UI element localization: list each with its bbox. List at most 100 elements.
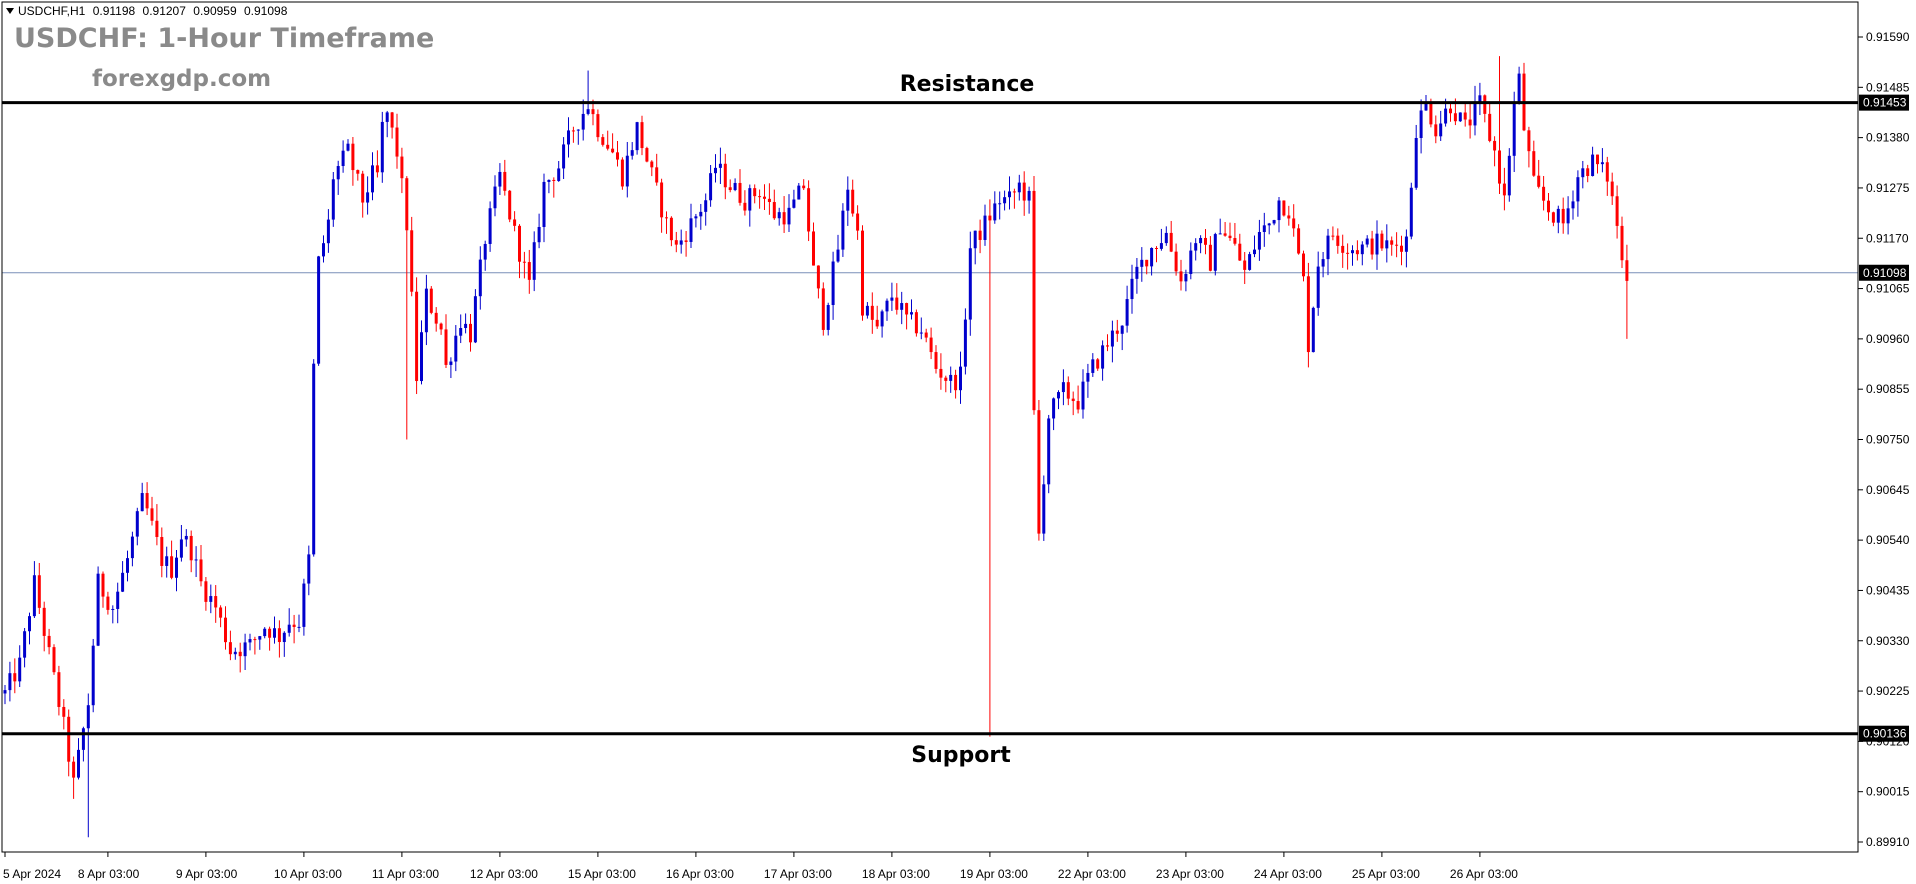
y-tick-label: 0.91065 (1866, 282, 1910, 296)
candle-body (317, 256, 321, 364)
candle-body (1488, 113, 1492, 141)
candle-body (1463, 112, 1467, 120)
candle-body (1404, 236, 1408, 252)
candle-body (464, 323, 468, 329)
candle-body (1365, 238, 1369, 245)
candle-body (665, 217, 668, 219)
candle-body (72, 761, 76, 778)
candle-body (694, 216, 698, 219)
candle-body (233, 651, 237, 655)
candle-body (1017, 182, 1021, 193)
candle-body (983, 215, 987, 240)
candle-body (1458, 112, 1462, 122)
candle-body (18, 657, 22, 682)
dropdown-triangle-icon[interactable] (6, 8, 14, 14)
candle-body (1218, 233, 1222, 235)
candle-body (287, 624, 291, 633)
candle-body (1360, 244, 1364, 255)
candle-body (258, 636, 262, 640)
candle-body (189, 535, 193, 561)
candle-body (743, 202, 747, 211)
candle-body (312, 363, 316, 555)
candle-body (184, 535, 188, 540)
candle-body (865, 305, 869, 316)
candle-body (488, 208, 492, 244)
candle-body (297, 626, 301, 628)
candle-body (1517, 73, 1521, 102)
candle-body (562, 144, 566, 169)
resistance-price-tag: 0.91453 (1863, 96, 1907, 110)
candle-body (557, 168, 561, 181)
candle-body (929, 337, 933, 353)
candle-body (400, 156, 404, 179)
x-tick-label: 5 Apr 2024 (3, 867, 61, 881)
candle-body (1439, 123, 1443, 137)
candle-body (473, 296, 477, 343)
candle-body (831, 261, 835, 306)
chart-window[interactable]: 0.91590 0.91485 0.91380 0.91275 0.91170 0.910… (0, 0, 1916, 884)
candle-body (1071, 398, 1075, 402)
candle-body (341, 150, 345, 167)
candle-body (444, 329, 448, 365)
candle-body (1321, 259, 1325, 267)
candle-body (959, 366, 962, 391)
candle-body (170, 556, 174, 578)
candle-body (121, 572, 125, 592)
candle-body (772, 202, 776, 219)
candle-body (816, 265, 820, 289)
candle-body (738, 182, 742, 203)
candle-body (826, 305, 830, 330)
candle-body (1140, 259, 1144, 267)
candle-body (875, 319, 879, 327)
candle-body (1586, 168, 1590, 177)
candle-body (914, 312, 918, 334)
candle-body (478, 259, 482, 297)
candle-body (37, 575, 41, 608)
candle-body (32, 575, 36, 617)
candle-body (1615, 196, 1619, 226)
candle-body (1581, 168, 1585, 178)
candle-body (135, 511, 139, 537)
candle-body (302, 583, 306, 627)
candle-body (77, 749, 80, 778)
candle-body (1057, 392, 1060, 399)
candle-body (96, 573, 100, 646)
candle-body (351, 143, 355, 171)
candle-body (1453, 113, 1457, 122)
candle-body (13, 673, 17, 682)
ohlc-close: 0.91098 (244, 4, 288, 18)
candle-body (934, 352, 938, 369)
candle-body (52, 647, 56, 673)
candle-body (714, 167, 717, 174)
candle-body (635, 122, 639, 151)
candle-body (836, 249, 840, 262)
x-tick-label: 10 Apr 03:00 (274, 867, 342, 881)
candle-body (758, 196, 762, 198)
candle-body (861, 230, 864, 316)
candle-body (669, 217, 673, 241)
candle-body (571, 130, 575, 132)
candle-body (1434, 124, 1438, 137)
candle-body (963, 319, 967, 367)
candle-body (380, 121, 384, 173)
candle-body (723, 163, 727, 188)
candle-body (522, 261, 526, 263)
y-tick-label: 0.90225 (1866, 684, 1910, 698)
candle-body (1155, 248, 1158, 250)
candle-body (331, 179, 335, 220)
y-tick-label: 0.89910 (1866, 835, 1910, 849)
y-tick-label: 0.90015 (1866, 785, 1910, 799)
candle-body (954, 374, 958, 391)
candle-body (684, 240, 688, 242)
candle-body (439, 323, 443, 330)
candle-body (640, 122, 644, 149)
candle-body (429, 288, 433, 313)
candle-body (459, 328, 463, 336)
candle-body (62, 706, 66, 717)
candle-body (375, 165, 379, 173)
candle-body (268, 628, 272, 638)
candle-body (1047, 418, 1051, 485)
x-tick-label: 23 Apr 03:00 (1156, 867, 1224, 881)
candle-body (1287, 215, 1291, 219)
x-tick-label: 24 Apr 03:00 (1254, 867, 1322, 881)
